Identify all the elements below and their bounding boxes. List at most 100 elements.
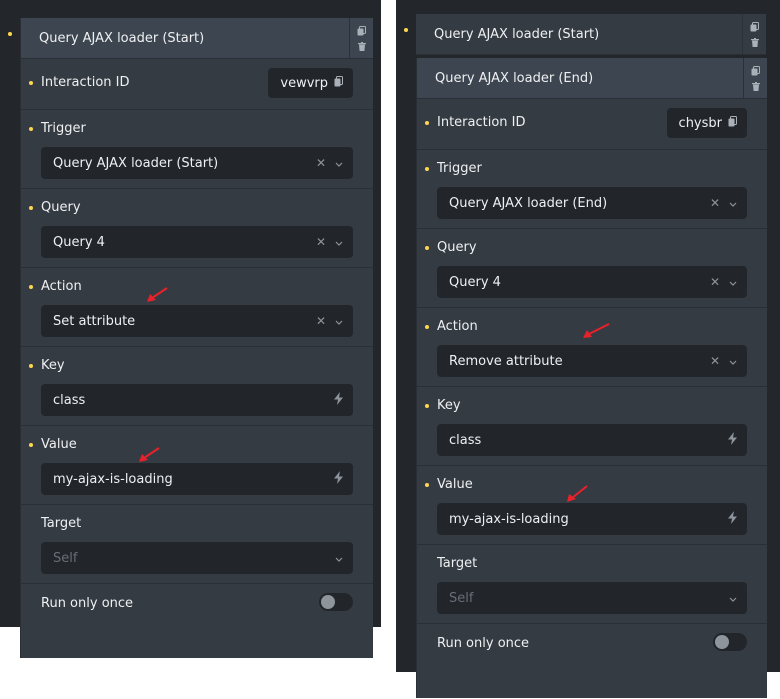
clear-icon[interactable]: ✕ xyxy=(710,276,720,288)
action-label: Action xyxy=(41,279,82,294)
copy-icon[interactable] xyxy=(750,21,759,32)
interaction-id-field[interactable]: chysbr xyxy=(666,108,747,138)
key-row: Key class xyxy=(417,386,767,466)
value-input[interactable]: my-ajax-is-loading xyxy=(437,503,747,535)
chevron-down-icon[interactable] xyxy=(335,235,343,250)
interaction-id-row: Interaction ID vewvrp xyxy=(21,58,373,110)
action-label: Action xyxy=(437,319,478,334)
setting-dot xyxy=(425,121,429,125)
dynamic-data-icon[interactable] xyxy=(728,431,737,449)
key-input[interactable]: class xyxy=(437,424,747,456)
action-row: Action Remove attribute ✕ xyxy=(417,307,767,387)
chevron-down-icon[interactable] xyxy=(729,275,737,290)
action-select[interactable]: Remove attribute ✕ xyxy=(437,345,747,377)
key-value: class xyxy=(53,392,86,408)
copy-icon[interactable] xyxy=(728,115,737,131)
dynamic-data-icon[interactable] xyxy=(728,510,737,528)
run-once-row: Run only once xyxy=(417,623,767,699)
query-select[interactable]: Query 4 ✕ xyxy=(41,226,353,258)
chevron-down-icon[interactable] xyxy=(729,196,737,211)
target-placeholder: Self xyxy=(449,590,474,606)
query-row: Query Query 4 ✕ xyxy=(21,188,373,268)
setting-dot xyxy=(425,483,429,487)
key-input[interactable]: class xyxy=(41,384,353,416)
interaction-id-value: vewvrp xyxy=(280,75,328,91)
target-select[interactable]: Self xyxy=(437,582,747,614)
query-value: Query 4 xyxy=(449,274,501,290)
setting-dot xyxy=(425,246,429,250)
chevron-down-icon[interactable] xyxy=(335,314,343,329)
setting-dot xyxy=(425,325,429,329)
key-value: class xyxy=(449,432,482,448)
query-label: Query xyxy=(437,240,477,255)
copy-icon[interactable] xyxy=(751,65,760,76)
chevron-down-icon[interactable] xyxy=(335,156,343,171)
interaction-title: Query AJAX loader (Start) xyxy=(39,30,205,46)
run-once-toggle[interactable] xyxy=(713,633,747,651)
value-label: Value xyxy=(437,477,473,492)
trigger-select[interactable]: Query AJAX loader (Start) ✕ xyxy=(41,147,353,179)
target-label: Target xyxy=(41,516,82,531)
chevron-down-icon[interactable] xyxy=(729,591,737,606)
setting-dot xyxy=(29,206,33,210)
trigger-value: Query AJAX loader (Start) xyxy=(53,155,219,171)
action-value: Set attribute xyxy=(53,313,136,329)
clear-icon[interactable]: ✕ xyxy=(316,315,326,327)
interaction-header[interactable]: Query AJAX loader (Start) xyxy=(21,18,350,58)
interaction-card-end: Query AJAX loader (End) Interaction ID c… xyxy=(416,58,767,698)
annotation-arrow xyxy=(147,287,168,302)
trigger-select[interactable]: Query AJAX loader (End) ✕ xyxy=(437,187,747,219)
setting-dot xyxy=(29,285,33,289)
toggle-knob xyxy=(321,595,335,609)
setting-dot xyxy=(425,404,429,408)
setting-dot xyxy=(29,364,33,368)
interaction-indicator-dot xyxy=(404,28,408,32)
target-select[interactable]: Self xyxy=(41,542,353,574)
dynamic-data-icon[interactable] xyxy=(334,470,343,488)
run-once-toggle[interactable] xyxy=(319,593,353,611)
run-once-label: Run only once xyxy=(437,636,530,651)
copy-icon[interactable] xyxy=(334,75,343,91)
query-value: Query 4 xyxy=(53,234,105,250)
interaction-header[interactable]: Query AJAX loader (Start) xyxy=(416,14,743,54)
action-select[interactable]: Set attribute ✕ xyxy=(41,305,353,337)
target-row: Target Self xyxy=(21,504,373,584)
clear-icon[interactable]: ✕ xyxy=(316,236,326,248)
key-row: Key class xyxy=(21,346,373,426)
query-label: Query xyxy=(41,200,81,215)
key-label: Key xyxy=(437,398,461,413)
target-row: Target Self xyxy=(417,544,767,624)
toggle-knob xyxy=(715,635,729,649)
setting-dot xyxy=(425,167,429,171)
key-label: Key xyxy=(41,358,65,373)
trash-icon[interactable] xyxy=(750,37,759,47)
trash-icon[interactable] xyxy=(357,41,366,51)
interaction-tools xyxy=(742,14,766,54)
chevron-down-icon[interactable] xyxy=(335,551,343,566)
clear-icon[interactable]: ✕ xyxy=(710,197,720,209)
query-row: Query Query 4 ✕ xyxy=(417,228,767,308)
interaction-id-label: Interaction ID xyxy=(41,75,130,90)
value-input[interactable]: my-ajax-is-loading xyxy=(41,463,353,495)
target-placeholder: Self xyxy=(53,550,78,566)
interaction-tools xyxy=(349,18,373,58)
query-select[interactable]: Query 4 ✕ xyxy=(437,266,747,298)
action-row: Action Set attribute ✕ xyxy=(21,267,373,347)
trigger-label: Trigger xyxy=(41,121,86,136)
clear-icon[interactable]: ✕ xyxy=(710,355,720,367)
interaction-id-field[interactable]: vewvrp xyxy=(268,68,353,98)
interaction-indicator-dot xyxy=(8,32,12,36)
copy-icon[interactable] xyxy=(357,25,366,36)
interaction-card-start: Query AJAX loader (Start) Interaction ID… xyxy=(20,18,373,658)
setting-dot xyxy=(29,443,33,447)
interaction-title: Query AJAX loader (End) xyxy=(435,70,594,86)
action-value: Remove attribute xyxy=(449,353,563,369)
dynamic-data-icon[interactable] xyxy=(334,391,343,409)
interaction-header[interactable]: Query AJAX loader (End) xyxy=(417,58,744,98)
clear-icon[interactable]: ✕ xyxy=(316,157,326,169)
trash-icon[interactable] xyxy=(751,81,760,91)
chevron-down-icon[interactable] xyxy=(729,354,737,369)
value-value: my-ajax-is-loading xyxy=(449,511,569,527)
interaction-title: Query AJAX loader (Start) xyxy=(434,26,600,42)
interaction-card-start-collapsed[interactable]: Query AJAX loader (Start) xyxy=(416,14,766,55)
